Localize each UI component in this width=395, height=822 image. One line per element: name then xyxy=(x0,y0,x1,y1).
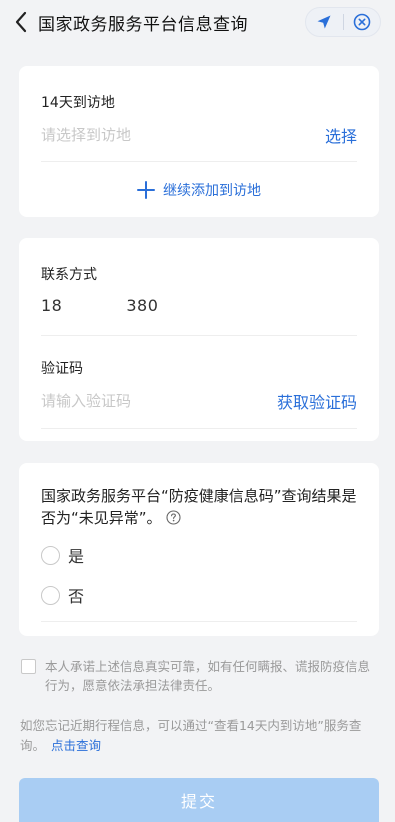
chevron-left-icon xyxy=(15,11,27,33)
divider xyxy=(41,335,357,336)
option-yes-label: 是 xyxy=(68,547,85,566)
mini-program-capsule xyxy=(305,7,381,37)
plus-icon xyxy=(137,181,155,199)
help-button[interactable] xyxy=(165,510,181,525)
agreement-checkbox[interactable] xyxy=(21,659,36,674)
add-visited-button[interactable]: 继续添加到访地 xyxy=(19,176,379,204)
top-bar: 国家政务服务平台信息查询 xyxy=(0,0,395,44)
option-no[interactable]: 否 xyxy=(41,583,84,607)
question-circle-icon xyxy=(165,510,181,525)
phone-prefix: 18 xyxy=(41,296,63,315)
visited-places-card: 14天到访地 请选择到访地 选择 继续添加到访地 xyxy=(19,66,379,217)
phone-suffix: 380 xyxy=(126,296,159,315)
phone-input[interactable]: 18 380 xyxy=(41,296,158,315)
location-button[interactable] xyxy=(306,7,343,37)
add-visited-label: 继续添加到访地 xyxy=(163,183,261,199)
divider xyxy=(41,428,357,429)
visited-input[interactable]: 请选择到访地 xyxy=(41,124,131,145)
query-link[interactable]: 点击查询 xyxy=(51,738,101,753)
location-arrow-icon xyxy=(317,15,331,29)
back-button[interactable] xyxy=(6,0,36,44)
close-miniapp-button[interactable] xyxy=(343,7,380,37)
code-label: 验证码 xyxy=(41,361,83,377)
code-input[interactable]: 请输入验证码 xyxy=(41,390,131,411)
get-code-button[interactable]: 获取验证码 xyxy=(277,389,357,413)
option-yes[interactable]: 是 xyxy=(41,543,84,567)
submit-button[interactable]: 提交 xyxy=(19,778,379,822)
visited-label: 14天到访地 xyxy=(41,95,115,111)
divider xyxy=(41,621,357,622)
health-code-question-card: 国家政务服务平台“防疫健康信息码”查询结果是否为“未见异常”。 是 否 xyxy=(19,463,379,636)
divider xyxy=(41,161,357,162)
select-visited-button[interactable]: 选择 xyxy=(325,123,357,147)
phone-label: 联系方式 xyxy=(41,267,97,283)
page-title: 国家政务服务平台信息查询 xyxy=(38,14,248,35)
option-no-label: 否 xyxy=(68,587,85,606)
hint-text: 如您忘记近期行程信息，可以通过“查看14天内到访地”服务查询。 点击查询 xyxy=(20,716,380,756)
radio-no[interactable] xyxy=(41,585,60,605)
close-circle-icon xyxy=(353,13,371,31)
question-label: 国家政务服务平台“防疫健康信息码”查询结果是否为“未见异常”。 xyxy=(41,487,357,527)
contact-card: 联系方式 18 380 验证码 请输入验证码 获取验证码 xyxy=(19,238,379,441)
question-text: 国家政务服务平台“防疫健康信息码”查询结果是否为“未见异常”。 xyxy=(41,485,359,529)
radio-yes[interactable] xyxy=(41,545,60,565)
agreement-text: 本人承诺上述信息真实可靠，如有任何瞒报、谎报防疫信息行为，愿意依法承担法律责任。 xyxy=(45,659,371,693)
